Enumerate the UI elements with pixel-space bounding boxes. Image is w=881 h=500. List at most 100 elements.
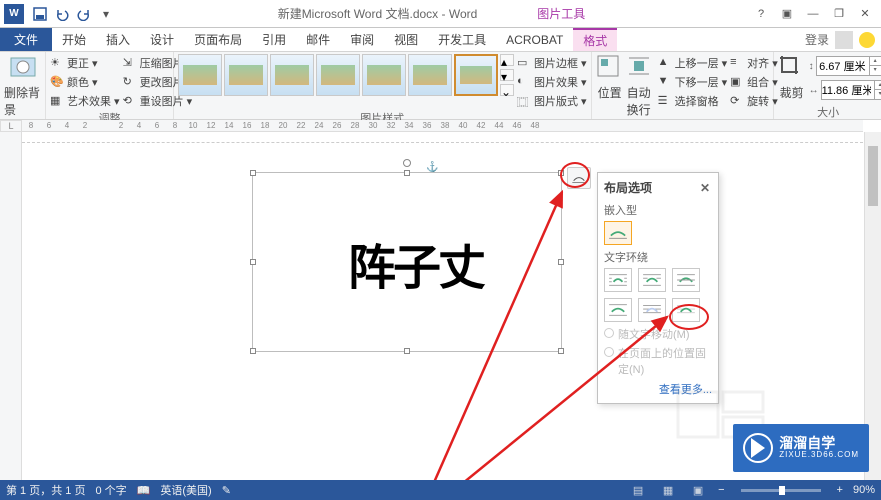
page-indicator[interactable]: 第 1 页，共 1 页 xyxy=(6,482,85,498)
zoom-thumb[interactable] xyxy=(779,486,785,495)
avatar-icon[interactable] xyxy=(835,31,853,49)
style-thumb[interactable] xyxy=(270,54,314,96)
bring-forward-button[interactable]: ▲上移一层 ▾ xyxy=(658,54,728,72)
group-button[interactable]: ▣组合 ▾ xyxy=(730,73,778,91)
style-thumb-selected[interactable] xyxy=(454,54,498,96)
ribbon-display-options[interactable]: ▣ xyxy=(775,4,799,24)
tab-references[interactable]: 引用 xyxy=(252,28,296,51)
window-title: 新建Microsoft Word 文档.docx - Word 图片工具 xyxy=(114,5,749,22)
wrap-inline[interactable] xyxy=(604,221,632,245)
tab-layout[interactable]: 页面布局 xyxy=(184,28,252,51)
tab-file[interactable]: 文件 xyxy=(0,28,52,51)
help-button[interactable]: ? xyxy=(749,4,773,24)
width-input[interactable]: ▴▾ xyxy=(821,80,881,100)
group-remove-bg: 删除背景 xyxy=(0,52,46,119)
style-thumb[interactable] xyxy=(224,54,268,96)
zoom-in-button[interactable]: + xyxy=(837,484,843,496)
login-link[interactable]: 登录 xyxy=(805,31,829,48)
proofing-icon[interactable]: 📖 xyxy=(137,484,151,497)
style-thumb[interactable] xyxy=(178,54,222,96)
quick-access-toolbar: ▾ xyxy=(32,6,114,22)
flyout-close-button[interactable]: ✕ xyxy=(698,181,712,195)
ribbon-tabs: 文件 开始 插入 设计 页面布局 引用 邮件 审阅 视图 开发工具 ACROBA… xyxy=(0,28,881,52)
style-thumb[interactable] xyxy=(316,54,360,96)
style-gallery[interactable]: ▴▾⌄ xyxy=(178,54,514,96)
pic-layout-button[interactable]: ⿴图片版式 ▾ xyxy=(517,92,587,110)
doc-title-text: 新建Microsoft Word 文档.docx - Word xyxy=(278,5,478,22)
height-icon: ↕ xyxy=(809,61,814,72)
artistic-button[interactable]: ▦艺术效果 ▾ xyxy=(50,92,120,110)
wrap-text-button[interactable]: 自动换行 xyxy=(627,54,655,118)
scrollbar-thumb[interactable] xyxy=(868,146,878,206)
corrections-button[interactable]: ☀更正 ▾ xyxy=(50,54,120,72)
vertical-ruler[interactable] xyxy=(0,132,22,480)
tab-home[interactable]: 开始 xyxy=(52,28,96,51)
group-label-size: 大小 xyxy=(778,104,879,119)
pic-effects-button[interactable]: ◐图片效果 ▾ xyxy=(517,73,587,91)
tab-design[interactable]: 设计 xyxy=(140,28,184,51)
feedback-smiley-icon[interactable] xyxy=(859,32,875,48)
wrap-behind[interactable] xyxy=(638,298,666,322)
track-changes-icon[interactable]: ✎ xyxy=(222,484,231,497)
zoom-out-button[interactable]: − xyxy=(718,484,724,496)
tab-view[interactable]: 视图 xyxy=(384,28,428,51)
undo-icon[interactable] xyxy=(54,6,70,22)
save-icon[interactable] xyxy=(32,6,48,22)
web-layout-icon[interactable]: ▣ xyxy=(688,483,708,497)
resize-handle[interactable] xyxy=(250,170,256,176)
wrap-tight[interactable] xyxy=(638,268,666,292)
color-button[interactable]: 🎨颜色 ▾ xyxy=(50,73,120,91)
title-bar: W ▾ 新建Microsoft Word 文档.docx - Word 图片工具… xyxy=(0,0,881,28)
annotation-circle xyxy=(669,304,709,330)
inline-section-label: 嵌入型 xyxy=(604,202,712,218)
resize-handle[interactable] xyxy=(404,170,410,176)
crop-button[interactable]: 裁剪 xyxy=(778,54,806,101)
align-button[interactable]: ≡对齐 ▾ xyxy=(730,54,778,72)
resize-handle[interactable] xyxy=(558,259,564,265)
height-input[interactable]: ▴▾ xyxy=(816,56,881,76)
resize-handle[interactable] xyxy=(250,259,256,265)
pic-border-button[interactable]: ▭图片边框 ▾ xyxy=(517,54,587,72)
remove-bg-button[interactable]: 删除背景 xyxy=(4,54,41,118)
tab-mailings[interactable]: 邮件 xyxy=(296,28,340,51)
rotate-handle[interactable] xyxy=(403,159,411,167)
page-break-line xyxy=(22,142,863,143)
horizontal-ruler[interactable]: 8642246810121416182022242628303234363840… xyxy=(22,120,863,132)
read-mode-icon[interactable]: ▤ xyxy=(628,483,648,497)
resize-handle[interactable] xyxy=(404,348,410,354)
resize-handle[interactable] xyxy=(250,348,256,354)
touch-mode-icon[interactable]: ▾ xyxy=(98,6,114,22)
style-thumb[interactable] xyxy=(408,54,452,96)
gallery-more-button[interactable]: ▴▾⌄ xyxy=(500,54,514,96)
group-arrange: 位置 自动换行 ▲上移一层 ▾ ▼下移一层 ▾ ☰选择窗格 ≡对齐 ▾ ▣组合 … xyxy=(592,52,774,119)
minimize-button[interactable]: — xyxy=(801,4,825,24)
position-button[interactable]: 位置 xyxy=(596,54,624,101)
wrap-topbottom[interactable] xyxy=(604,298,632,322)
tab-format[interactable]: 格式 xyxy=(573,28,617,51)
language-indicator[interactable]: 英语(美国) xyxy=(160,482,211,498)
zoom-level[interactable]: 90% xyxy=(853,484,875,496)
zoom-slider[interactable] xyxy=(741,489,821,492)
restore-button[interactable]: ❐ xyxy=(827,4,851,24)
redo-icon[interactable] xyxy=(76,6,92,22)
annotation-circle xyxy=(560,162,590,188)
flyout-title: 布局选项 xyxy=(604,179,652,196)
resize-handle[interactable] xyxy=(558,348,564,354)
selection-pane-button[interactable]: ☰选择窗格 xyxy=(658,92,728,110)
wrap-through[interactable] xyxy=(672,268,700,292)
tab-review[interactable]: 审阅 xyxy=(340,28,384,51)
word-app-icon: W xyxy=(4,4,24,24)
rotate-button[interactable]: ⟳旋转 ▾ xyxy=(730,92,778,110)
ruler-corner[interactable]: L xyxy=(0,120,22,132)
close-button[interactable]: ✕ xyxy=(853,4,877,24)
signature-image: 阵子丈 xyxy=(348,228,483,298)
word-count[interactable]: 0 个字 xyxy=(95,482,126,498)
tab-acrobat[interactable]: ACROBAT xyxy=(496,28,573,51)
tab-developer[interactable]: 开发工具 xyxy=(428,28,496,51)
wrap-square[interactable] xyxy=(604,268,632,292)
selected-image[interactable]: 阵子丈 xyxy=(252,172,562,352)
print-layout-icon[interactable]: ▦ xyxy=(658,483,678,497)
send-backward-button[interactable]: ▼下移一层 ▾ xyxy=(658,73,728,91)
style-thumb[interactable] xyxy=(362,54,406,96)
tab-insert[interactable]: 插入 xyxy=(96,28,140,51)
